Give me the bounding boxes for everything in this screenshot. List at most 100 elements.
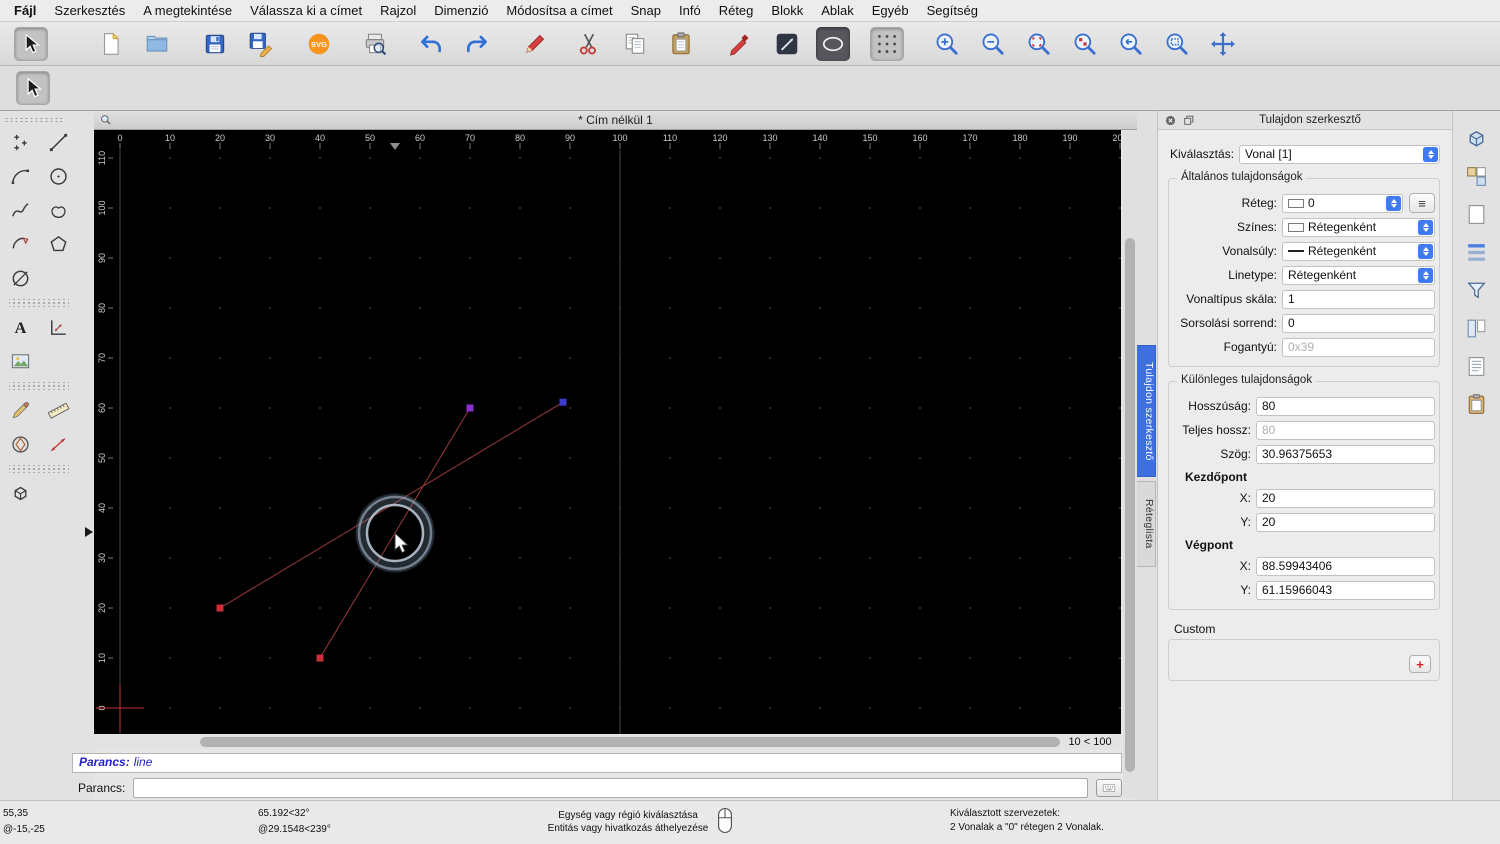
selection-dropdown[interactable]: Vonal [1] — [1239, 144, 1440, 164]
draw-order-button[interactable] — [770, 27, 804, 61]
document-titlebar[interactable]: * Cím nélkül 1 — [94, 111, 1137, 130]
grid-toggle-button[interactable] — [870, 26, 904, 61]
vertical-scrollbar-thumb[interactable] — [1125, 238, 1135, 772]
menu-item-5[interactable]: Rajzol — [380, 3, 416, 18]
menu-item-3[interactable]: A megtekintése — [143, 3, 232, 18]
svg-text:190: 190 — [1062, 133, 1077, 143]
image-tool-button[interactable] — [3, 346, 37, 377]
color-select[interactable]: Rétegenként — [1282, 217, 1435, 237]
menu-item-12[interactable]: Ablak — [821, 3, 854, 18]
menu-item-14[interactable]: Segítség — [927, 3, 978, 18]
layer-menu-button[interactable]: ≡ — [1409, 193, 1435, 213]
menu-item-13[interactable]: Egyéb — [872, 3, 909, 18]
zoom-selected-button[interactable] — [1068, 27, 1102, 61]
solid-tool-button[interactable] — [3, 478, 37, 509]
vertical-scrollbar[interactable] — [1123, 130, 1137, 798]
menu-item-1[interactable]: Fájl — [14, 3, 36, 18]
linetype-select[interactable]: Rétegenként — [1282, 265, 1435, 285]
text-tool-button[interactable]: A — [3, 312, 37, 343]
zoom-previous-button[interactable] — [1114, 27, 1148, 61]
circle-tool-button[interactable] — [41, 161, 75, 192]
dock-sheet-icon[interactable] — [1459, 199, 1495, 229]
dock-columns-icon[interactable] — [1459, 313, 1495, 343]
new-document-button[interactable] — [94, 27, 128, 61]
menu-item-2[interactable]: Szerkesztés — [54, 3, 125, 18]
arc-continue-tool-button[interactable] — [3, 229, 37, 260]
dock-blocks-icon[interactable] — [1459, 161, 1495, 191]
copy-button[interactable] — [618, 27, 652, 61]
dimension-arrow-tool-button[interactable] — [41, 429, 75, 460]
zoom-out-button[interactable] — [976, 27, 1010, 61]
zoom-in-button[interactable] — [930, 27, 964, 61]
drawing-canvas[interactable]: 0 10 20 30 40 50 60 70 80 90 100 110 120 130 140 150 160… — [94, 130, 1121, 734]
menu-item-10[interactable]: Réteg — [719, 3, 754, 18]
dock-filter-icon[interactable] — [1459, 275, 1495, 305]
ellipse-tool-button[interactable] — [3, 263, 37, 294]
lineweight-select[interactable]: Rétegenként — [1282, 241, 1435, 261]
add-custom-property-button[interactable]: + — [1409, 655, 1431, 673]
zoom-auto-button[interactable] — [1022, 27, 1056, 61]
menu-item-6[interactable]: Dimenzió — [434, 3, 488, 18]
length-input[interactable] — [1256, 396, 1435, 416]
start-y-input[interactable] — [1256, 512, 1435, 532]
save-button[interactable] — [198, 27, 232, 61]
dock-clipboard-icon[interactable] — [1459, 389, 1495, 419]
menu-item-7[interactable]: Módosítsa a címet — [506, 3, 612, 18]
menu-item-4[interactable]: Válassza ki a címet — [250, 3, 362, 18]
cut-button[interactable] — [572, 27, 606, 61]
draw-order-input[interactable] — [1282, 313, 1435, 333]
panel-float-icon[interactable] — [1182, 114, 1195, 127]
tab-layer-list[interactable]: Réteglista — [1137, 481, 1156, 567]
arc-tool-button[interactable] — [3, 161, 37, 192]
circle-inscribed-tool-button[interactable] — [3, 429, 37, 460]
horizontal-scrollbar-thumb[interactable] — [200, 737, 1060, 747]
export-svg-button[interactable]: SVG — [302, 27, 336, 61]
dock-3d-icon[interactable] — [1459, 123, 1495, 153]
dock-layer-list-icon[interactable] — [1459, 237, 1495, 267]
draft-mode-button[interactable] — [816, 26, 850, 61]
layer-select[interactable]: 0 — [1282, 193, 1403, 213]
hatch-tool-button[interactable] — [3, 395, 37, 426]
paste-button[interactable] — [664, 27, 698, 61]
end-y-input[interactable] — [1256, 580, 1435, 600]
highlight-pen-button[interactable] — [722, 27, 756, 61]
action-hint: Egység vagy régió kiválasztása Entitás v… — [532, 809, 724, 835]
dock-notes-icon[interactable] — [1459, 351, 1495, 381]
pan-button[interactable] — [1206, 27, 1240, 61]
keyboard-toggle-button[interactable] — [1096, 779, 1122, 797]
redo-button[interactable] — [460, 27, 494, 61]
dimension-tool-button[interactable] — [41, 312, 75, 343]
save-as-button[interactable] — [244, 27, 278, 61]
spline-tool-button[interactable] — [3, 195, 37, 226]
measure-tool-button[interactable] — [41, 395, 75, 426]
start-x-input[interactable] — [1256, 488, 1435, 508]
linetype-scale-input[interactable] — [1282, 289, 1435, 309]
undo-button[interactable] — [414, 27, 448, 61]
command-input[interactable] — [133, 778, 1088, 798]
delete-entity-button[interactable] — [518, 27, 552, 61]
select-cursor-button[interactable] — [14, 26, 48, 61]
menu-item-8[interactable]: Snap — [631, 3, 661, 18]
toolbar-drag-handle[interactable] — [4, 117, 62, 123]
open-file-button[interactable] — [140, 27, 174, 61]
menu-item-9[interactable]: Infó — [679, 3, 701, 18]
svg-text:A: A — [14, 318, 26, 337]
print-preview-button[interactable] — [358, 27, 392, 61]
menu-item-11[interactable]: Blokk — [771, 3, 803, 18]
panel-close-icon[interactable] — [1164, 114, 1177, 127]
freehand-tool-button[interactable] — [41, 195, 75, 226]
document-window-icon — [99, 113, 113, 127]
lineweight-value: Rétegenként — [1308, 244, 1377, 258]
zoom-window-button[interactable] — [1160, 27, 1194, 61]
select-tool-button[interactable] — [16, 71, 50, 105]
end-x-input[interactable] — [1256, 556, 1435, 576]
line-tool-button[interactable] — [41, 127, 75, 158]
angle-input[interactable] — [1256, 444, 1435, 464]
selection-row: Kiválasztás: Vonal [1] — [1168, 144, 1440, 164]
svg-text:30: 30 — [265, 133, 275, 143]
polygon-tool-button[interactable] — [41, 229, 75, 260]
tab-property-editor[interactable]: Tulajdon szerkesztő — [1137, 345, 1156, 477]
point-tools-button[interactable] — [3, 127, 37, 158]
horizontal-scrollbar[interactable] — [94, 734, 1060, 750]
svg-text:100: 100 — [97, 200, 107, 215]
